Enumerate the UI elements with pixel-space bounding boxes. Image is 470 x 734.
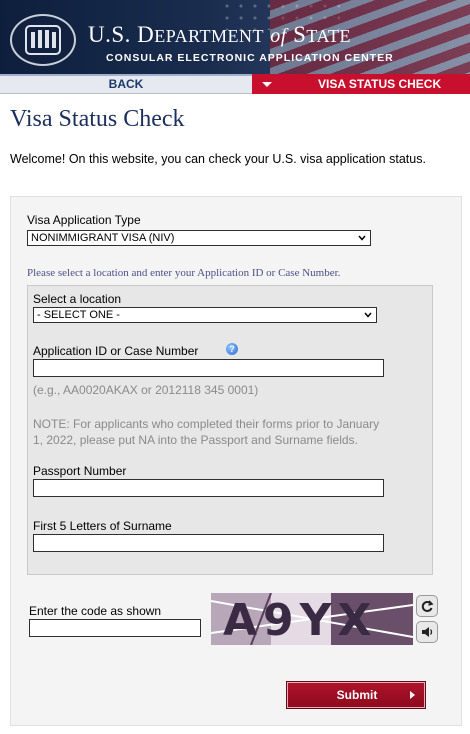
submit-button[interactable]: Submit <box>286 681 426 709</box>
instruction-text: Please select a location and enter your … <box>27 267 341 279</box>
nav-current-section[interactable]: VISA STATUS CHECK <box>252 74 470 94</box>
department-subtitle: CONSULAR ELECTRONIC APPLICATION CENTER <box>106 52 394 64</box>
visa-type-select[interactable]: NONIMMIGRANT VISA (NIV) <box>27 230 371 246</box>
refresh-captcha-button[interactable] <box>416 595 438 617</box>
nav-current-label: VISA STATUS CHECK <box>318 77 442 91</box>
arrow-right-icon <box>410 691 415 699</box>
refresh-icon <box>421 600 434 612</box>
location-value: - SELECT ONE - <box>37 309 120 321</box>
passport-input[interactable] <box>33 479 384 497</box>
location-select[interactable]: - SELECT ONE - <box>33 307 377 323</box>
status-check-form: Visa Application Type NONIMMIGRANT VISA … <box>10 196 462 726</box>
location-label: Select a location <box>33 292 122 306</box>
nav-rule <box>0 74 252 76</box>
app-id-label: Application ID or Case Number <box>33 344 199 358</box>
submit-label: Submit <box>336 688 378 702</box>
header-banner: U.S. DEPARTMENT of STATE CONSULAR ELECTR… <box>0 0 470 74</box>
surname-label: First 5 Letters of Surname <box>33 519 172 533</box>
surname-input[interactable] <box>33 534 384 552</box>
help-icon[interactable]: ? <box>226 343 238 355</box>
welcome-text: Welcome! On this website, you can check … <box>10 152 426 166</box>
visa-type-value: NONIMMIGRANT VISA (NIV) <box>31 232 175 244</box>
chevron-down-icon <box>262 82 272 87</box>
application-details-box: Select a location - SELECT ONE - Applica… <box>27 285 433 575</box>
app-id-example: (e.g., AA0020AKAX or 2012118 345 0001) <box>33 383 259 397</box>
captcha-image: A9YX <box>211 593 413 645</box>
nav-bar: BACK VISA STATUS CHECK <box>0 74 470 94</box>
back-link-label: BACK <box>108 77 144 91</box>
state-department-seal-icon <box>10 14 76 66</box>
passport-label: Passport Number <box>33 464 127 478</box>
app-id-input[interactable] <box>33 359 384 377</box>
visa-type-label: Visa Application Type <box>27 213 141 227</box>
captcha-code: A9YX <box>223 595 378 645</box>
captcha-input[interactable] <box>29 619 201 637</box>
note-line-2: 1, 2022, please put NA into the Passport… <box>33 433 358 447</box>
back-link[interactable]: BACK <box>0 74 252 94</box>
chevron-down-icon <box>358 235 366 241</box>
department-title: U.S. DEPARTMENT of STATE <box>88 22 351 47</box>
captcha-label: Enter the code as shown <box>29 604 162 618</box>
speaker-icon <box>422 627 433 637</box>
note-line-1: NOTE: For applicants who completed their… <box>33 417 380 431</box>
audio-captcha-button[interactable] <box>416 621 438 643</box>
page-title: Visa Status Check <box>10 106 185 132</box>
chevron-down-icon <box>364 312 372 318</box>
